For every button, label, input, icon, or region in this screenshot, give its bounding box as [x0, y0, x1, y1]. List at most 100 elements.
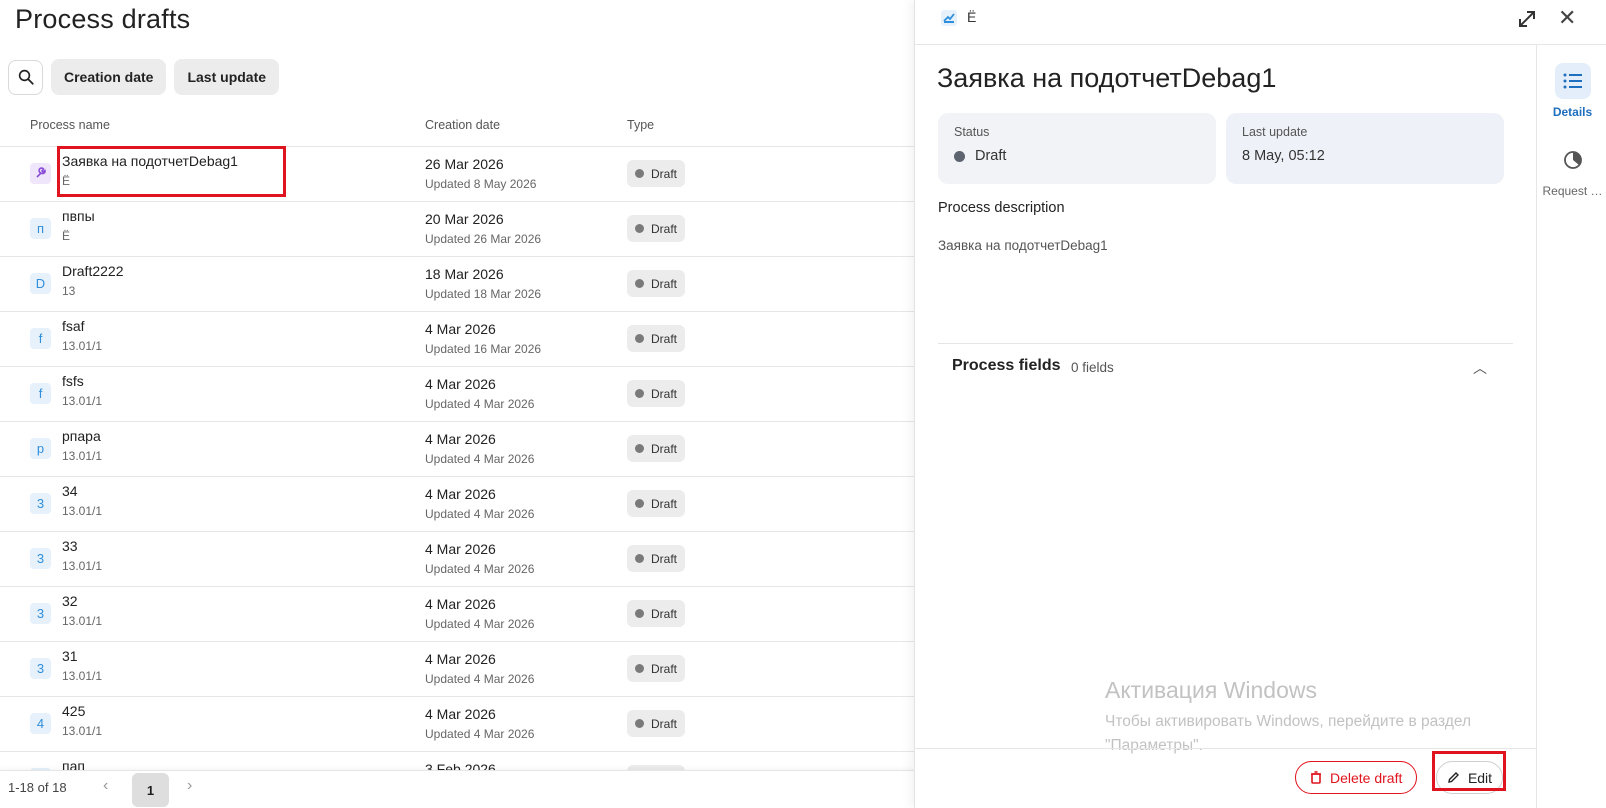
edit-button-highlight: [1432, 751, 1506, 791]
filter-creation-date[interactable]: Creation date: [51, 59, 167, 95]
type-badge: Draft: [627, 545, 686, 572]
process-avatar: 4: [30, 713, 51, 734]
search-button[interactable]: [8, 59, 43, 95]
description-text: Заявка на подотчетDebag1: [938, 238, 1108, 253]
process-category: 13: [62, 284, 76, 298]
panel-topbar: Ё ✕: [915, 0, 1606, 45]
type-badge: Draft: [627, 435, 686, 462]
prev-page-icon[interactable]: ‹: [103, 777, 108, 795]
chart-icon: [1555, 142, 1591, 178]
table-row[interactable]: f fsfs 13.01/1 4 Mar 2026 Updated 4 Mar 2026…: [0, 367, 914, 422]
updated-date: Updated 4 Mar 2026: [425, 397, 535, 411]
toolbar: Creation date Last update: [8, 59, 280, 95]
chevron-up-icon[interactable]: ︿: [1473, 358, 1487, 378]
updated-date: Updated 16 Mar 2026: [425, 342, 542, 356]
status-dot-icon: [635, 334, 644, 343]
process-category: 13.01/1: [62, 724, 103, 738]
process-name[interactable]: 34: [62, 483, 78, 499]
process-name[interactable]: Draft2222: [62, 263, 123, 279]
process-avatar: 3: [30, 658, 51, 679]
creation-date: 4 Mar 2026: [425, 376, 496, 392]
status-dot-icon: [635, 499, 644, 508]
page-button-current[interactable]: 1: [132, 773, 169, 807]
details-panel: Ё ✕ Заявка на подотчетDebag1 Status Draf…: [914, 0, 1606, 808]
process-name[interactable]: fsaf: [62, 318, 85, 334]
updated-date: Updated 18 Mar 2026: [425, 287, 542, 301]
process-name[interactable]: рпара: [62, 428, 101, 444]
table-row[interactable]: п пвпы Ё 20 Mar 2026 Updated 26 Mar 2026 Draf…: [0, 202, 914, 257]
delete-draft-label: Delete draft: [1330, 769, 1403, 786]
next-page-icon[interactable]: ›: [187, 777, 192, 795]
rail-item-details[interactable]: Details: [1537, 63, 1606, 119]
table-header: Process name Creation date Type: [0, 112, 914, 147]
type-badge: Draft: [627, 600, 686, 627]
process-category: 13.01/1: [62, 669, 103, 683]
type-badge: Draft: [627, 270, 686, 297]
panel-category: Ё: [967, 9, 977, 25]
filter-last-update[interactable]: Last update: [174, 59, 280, 95]
process-name[interactable]: пвпы: [62, 208, 95, 224]
status-dot-icon: [635, 664, 644, 673]
description-label: Process description: [938, 200, 1065, 216]
process-avatar: р: [30, 438, 51, 459]
header-creation-date[interactable]: Creation date: [425, 118, 500, 132]
process-category: Ё: [62, 229, 71, 243]
status-dot-icon: [635, 169, 644, 178]
expand-icon[interactable]: [1515, 7, 1539, 31]
updated-date: Updated 4 Mar 2026: [425, 507, 535, 521]
panel-content: Заявка на подотчетDebag1 Status Draft La…: [915, 45, 1537, 770]
divider: [938, 343, 1513, 344]
rail-label-details: Details: [1552, 105, 1593, 119]
status-text: Draft: [975, 148, 1007, 164]
page-title: Process drafts: [15, 4, 191, 34]
delete-draft-button[interactable]: Delete draft: [1295, 761, 1418, 794]
type-badge: Draft: [627, 160, 686, 187]
last-update-label: Last update: [1242, 125, 1308, 139]
status-label: Status: [954, 125, 990, 139]
creation-date: 4 Mar 2026: [425, 431, 496, 447]
process-category: 13.01/1: [62, 394, 103, 408]
process-name[interactable]: 425: [62, 703, 85, 719]
status-dot-icon: [635, 609, 644, 618]
wrench-icon: [30, 163, 51, 184]
process-avatar: п: [30, 218, 51, 239]
status-dot-icon: [635, 279, 644, 288]
creation-date: 20 Mar 2026: [425, 211, 504, 227]
panel-side-rail: Details Request …: [1536, 45, 1606, 808]
process-avatar: f: [30, 383, 51, 404]
creation-date: 4 Mar 2026: [425, 321, 496, 337]
process-name[interactable]: 32: [62, 593, 78, 609]
table-row[interactable]: 3 34 13.01/1 4 Mar 2026 Updated 4 Mar 2026 Dr…: [0, 477, 914, 532]
process-name[interactable]: 31: [62, 648, 78, 664]
selected-row-highlight: [57, 146, 286, 197]
status-card: Status Draft: [938, 113, 1216, 184]
pagination-bar: 1-18 of 18 ‹ 1 ›: [0, 770, 914, 808]
process-name[interactable]: 33: [62, 538, 78, 554]
table-row[interactable]: 3 33 13.01/1 4 Mar 2026 Updated 4 Mar 2026 Dr…: [0, 532, 914, 587]
rail-item-request[interactable]: Request …: [1537, 142, 1606, 198]
table-row[interactable]: р рпара 13.01/1 4 Mar 2026 Updated 4 Mar 202…: [0, 422, 914, 477]
table-row[interactable]: f fsaf 13.01/1 4 Mar 2026 Updated 16 Mar 202…: [0, 312, 914, 367]
process-category-icon: [941, 10, 957, 26]
table-row[interactable]: 4 425 13.01/1 4 Mar 2026 Updated 4 Mar 2026 D…: [0, 697, 914, 752]
status-dot-icon: [635, 554, 644, 563]
status-dot-icon: [635, 719, 644, 728]
process-avatar: D: [30, 273, 51, 294]
panel-title: Заявка на подотчетDebag1: [937, 63, 1277, 93]
table-row[interactable]: D Draft2222 13 18 Mar 2026 Updated 18 Mar 20…: [0, 257, 914, 312]
rail-label-request: Request …: [1542, 184, 1603, 198]
table-row[interactable]: 3 32 13.01/1 4 Mar 2026 Updated 4 Mar 2026 Dr…: [0, 587, 914, 642]
watermark-line: Чтобы активировать Windows, перейдите в …: [1105, 713, 1472, 730]
table-row[interactable]: 3 31 13.01/1 4 Mar 2026 Updated 4 Mar 2026 Dr…: [0, 642, 914, 697]
updated-date: Updated 4 Mar 2026: [425, 727, 535, 741]
header-type[interactable]: Type: [627, 118, 654, 132]
creation-date: 4 Mar 2026: [425, 706, 496, 722]
pagination-range: 1-18 of 18: [8, 780, 67, 795]
status-dot-icon: [635, 444, 644, 453]
header-process-name[interactable]: Process name: [30, 118, 110, 132]
process-fields-title[interactable]: Process fields: [952, 357, 1061, 375]
creation-date: 4 Mar 2026: [425, 651, 496, 667]
type-badge: Draft: [627, 380, 686, 407]
process-name[interactable]: fsfs: [62, 373, 84, 389]
close-icon[interactable]: ✕: [1558, 5, 1576, 31]
